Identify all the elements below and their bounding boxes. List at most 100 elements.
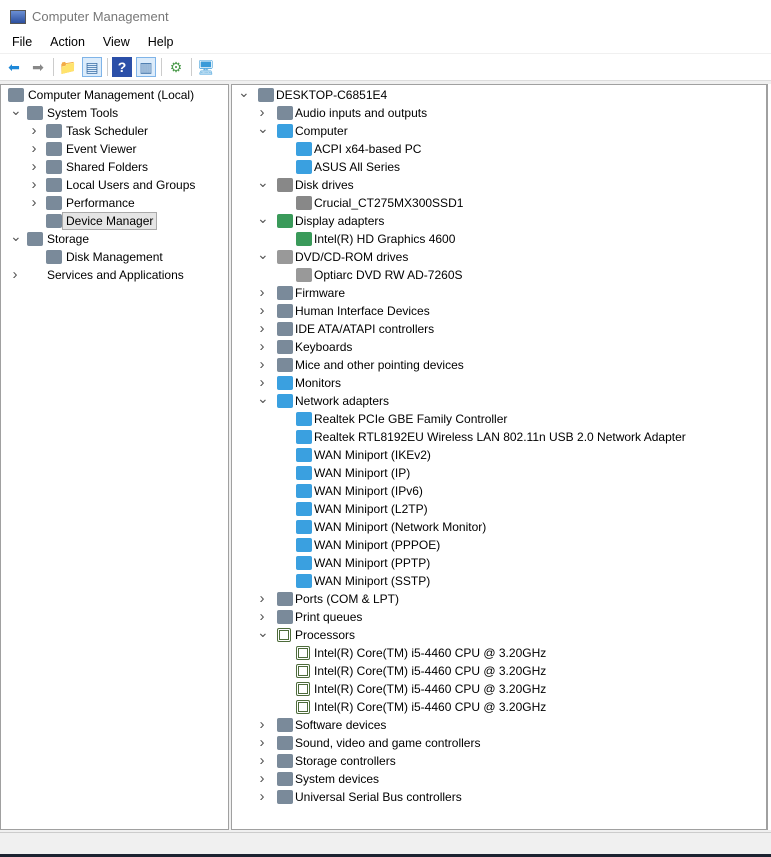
update-driver-icon[interactable]: ⚙ bbox=[166, 57, 186, 77]
tree-item[interactable]: ⌄ Storage bbox=[1, 227, 228, 248]
sound-icon bbox=[277, 736, 293, 750]
tree-item[interactable]: Intel(R) Core(TM) i5-4460 CPU @ 3.20GHz bbox=[232, 662, 766, 680]
tree-item[interactable]: ACPI x64-based PC bbox=[232, 140, 766, 158]
chevron-right-icon[interactable]: › bbox=[257, 356, 267, 374]
tree-item[interactable]: › Print queues bbox=[232, 608, 766, 626]
tree-item[interactable]: › Universal Serial Bus controllers bbox=[232, 788, 766, 806]
tree-item[interactable]: ⌄ DVD/CD-ROM drives bbox=[232, 245, 766, 266]
up-folder-icon[interactable]: 📁 bbox=[58, 57, 78, 77]
tree-item[interactable]: ⌄ Network adapters bbox=[232, 389, 766, 410]
scan-hardware-icon[interactable]: 🖥 bbox=[196, 57, 216, 77]
chevron-right-icon[interactable]: › bbox=[29, 122, 39, 140]
tree-item[interactable]: › Storage controllers bbox=[232, 752, 766, 770]
tree-item[interactable]: WAN Miniport (IPv6) bbox=[232, 482, 766, 500]
tree-item[interactable]: › IDE ATA/ATAPI controllers bbox=[232, 320, 766, 338]
tree-item[interactable]: WAN Miniport (SSTP) bbox=[232, 572, 766, 590]
menu-file[interactable]: File bbox=[12, 33, 32, 53]
tree-item[interactable]: Realtek RTL8192EU Wireless LAN 802.11n U… bbox=[232, 428, 766, 446]
tree-item[interactable]: › Firmware bbox=[232, 284, 766, 302]
tree-item[interactable]: WAN Miniport (Network Monitor) bbox=[232, 518, 766, 536]
network-adapter-icon bbox=[296, 556, 312, 570]
tree-item[interactable]: › Services and Applications bbox=[1, 266, 228, 284]
tree-item[interactable]: › Local Users and Groups bbox=[1, 176, 228, 194]
storage-icon bbox=[27, 232, 43, 246]
ide-controller-icon bbox=[277, 322, 293, 336]
chevron-down-icon[interactable]: ⌄ bbox=[257, 623, 269, 641]
tree-item[interactable]: › Task Scheduler bbox=[1, 122, 228, 140]
chevron-right-icon[interactable]: › bbox=[257, 752, 267, 770]
tree-item-label: Crucial_CT275MX300SSD1 bbox=[314, 196, 464, 210]
tree-item[interactable]: WAN Miniport (IP) bbox=[232, 464, 766, 482]
chevron-down-icon[interactable]: ⌄ bbox=[257, 119, 269, 137]
tree-item[interactable]: Disk Management bbox=[1, 248, 228, 266]
tree-item[interactable]: ⌄ DESKTOP-C6851E4 bbox=[232, 85, 766, 104]
menu-view[interactable]: View bbox=[103, 33, 130, 53]
tree-item[interactable]: › Mice and other pointing devices bbox=[232, 356, 766, 374]
chevron-right-icon[interactable]: › bbox=[257, 590, 267, 608]
chevron-down-icon[interactable]: ⌄ bbox=[257, 173, 269, 191]
tree-item-label: Display adapters bbox=[295, 214, 385, 228]
tree-item[interactable]: ⌄ Disk drives bbox=[232, 173, 766, 194]
tree-item-label: Intel(R) Core(TM) i5-4460 CPU @ 3.20GHz bbox=[314, 646, 547, 660]
title-bar: Computer Management bbox=[0, 0, 771, 33]
tree-item[interactable]: Crucial_CT275MX300SSD1 bbox=[232, 194, 766, 212]
tree-item[interactable]: WAN Miniport (PPPOE) bbox=[232, 536, 766, 554]
tree-item[interactable]: › Event Viewer bbox=[1, 140, 228, 158]
menu-action[interactable]: Action bbox=[50, 33, 85, 53]
menu-help[interactable]: Help bbox=[148, 33, 174, 53]
chevron-right-icon[interactable]: › bbox=[257, 338, 267, 356]
tree-item[interactable]: Optiarc DVD RW AD-7260S bbox=[232, 266, 766, 284]
tree-item[interactable]: › Monitors bbox=[232, 374, 766, 392]
tree-item[interactable]: › Shared Folders bbox=[1, 158, 228, 176]
network-adapter-icon bbox=[296, 448, 312, 462]
chevron-right-icon[interactable]: › bbox=[257, 770, 267, 788]
tree-item[interactable]: Intel(R) Core(TM) i5-4460 CPU @ 3.20GHz bbox=[232, 698, 766, 716]
chevron-right-icon[interactable]: › bbox=[257, 734, 267, 752]
tree-item[interactable]: › Software devices bbox=[232, 716, 766, 734]
help-icon[interactable]: ? bbox=[112, 57, 132, 77]
chevron-right-icon[interactable]: › bbox=[29, 158, 39, 176]
chevron-right-icon[interactable]: › bbox=[257, 716, 267, 734]
tree-item[interactable]: › Keyboards bbox=[232, 338, 766, 356]
chevron-down-icon[interactable]: ⌄ bbox=[10, 227, 22, 245]
chevron-right-icon[interactable]: › bbox=[257, 788, 267, 806]
tree-item[interactable]: Device Manager bbox=[1, 212, 228, 230]
tree-item[interactable]: › Human Interface Devices bbox=[232, 302, 766, 320]
chevron-down-icon[interactable]: ⌄ bbox=[238, 85, 250, 101]
tree-item[interactable]: › Sound, video and game controllers bbox=[232, 734, 766, 752]
chevron-down-icon[interactable]: ⌄ bbox=[10, 101, 22, 119]
monitor-icon bbox=[296, 160, 312, 174]
tree-item[interactable]: WAN Miniport (IKEv2) bbox=[232, 446, 766, 464]
show-hide-console-tree-icon[interactable]: ▤ bbox=[82, 57, 102, 77]
chevron-right-icon[interactable]: › bbox=[29, 176, 39, 194]
back-arrow-icon[interactable]: ⬅ bbox=[4, 57, 24, 77]
tree-item[interactable]: ASUS All Series bbox=[232, 158, 766, 176]
show-hide-action-pane-icon[interactable]: ▥ bbox=[136, 57, 156, 77]
chevron-right-icon[interactable]: › bbox=[29, 194, 39, 212]
forward-arrow-icon[interactable]: ➡ bbox=[28, 57, 48, 77]
tree-item[interactable]: Intel(R) HD Graphics 4600 bbox=[232, 230, 766, 248]
tree-item[interactable]: › Performance bbox=[1, 194, 228, 212]
tree-item[interactable]: WAN Miniport (L2TP) bbox=[232, 500, 766, 518]
tree-item[interactable]: ⌄ System Tools bbox=[1, 101, 228, 122]
tree-item[interactable]: Intel(R) Core(TM) i5-4460 CPU @ 3.20GHz bbox=[232, 680, 766, 698]
chevron-down-icon[interactable]: ⌄ bbox=[257, 245, 269, 263]
chevron-right-icon[interactable]: › bbox=[257, 284, 267, 302]
tree-item[interactable]: › System devices bbox=[232, 770, 766, 788]
tree-item[interactable]: ⌄ Computer bbox=[232, 119, 766, 140]
tree-item[interactable]: › Audio inputs and outputs bbox=[232, 104, 766, 122]
tree-item[interactable]: ⌄ Processors bbox=[232, 623, 766, 644]
tree-item[interactable]: ⌄ Display adapters bbox=[232, 209, 766, 230]
tree-item[interactable]: Intel(R) Core(TM) i5-4460 CPU @ 3.20GHz bbox=[232, 644, 766, 662]
chevron-right-icon[interactable]: › bbox=[257, 320, 267, 338]
chevron-right-icon[interactable]: › bbox=[257, 302, 267, 320]
tree-item-label: Intel(R) HD Graphics 4600 bbox=[314, 232, 456, 246]
tree-item[interactable]: Computer Management (Local) bbox=[1, 86, 228, 104]
chevron-down-icon[interactable]: ⌄ bbox=[257, 389, 269, 407]
chevron-right-icon[interactable]: › bbox=[10, 266, 20, 284]
chevron-right-icon[interactable]: › bbox=[29, 140, 39, 158]
chevron-down-icon[interactable]: ⌄ bbox=[257, 209, 269, 227]
tree-item[interactable]: › Ports (COM & LPT) bbox=[232, 590, 766, 608]
tree-item[interactable]: WAN Miniport (PPTP) bbox=[232, 554, 766, 572]
tree-item[interactable]: Realtek PCIe GBE Family Controller bbox=[232, 410, 766, 428]
